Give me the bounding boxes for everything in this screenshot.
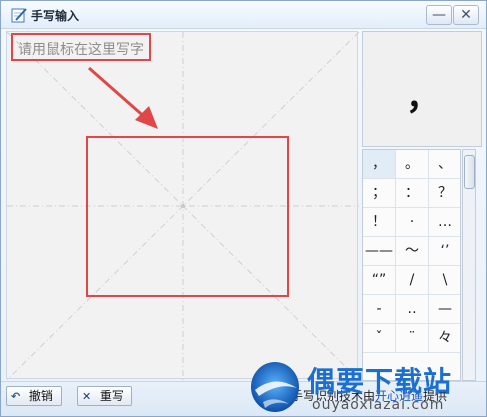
candidate-cell[interactable]: ·: [396, 208, 429, 237]
candidate-cell[interactable]: ～: [396, 237, 429, 266]
close-button[interactable]: ✕: [453, 5, 479, 25]
minimize-icon: —: [432, 7, 446, 23]
candidate-cell[interactable]: ¨: [396, 324, 429, 353]
candidate-cell[interactable]: 々: [429, 324, 460, 353]
candidate-cell[interactable]: 。: [396, 150, 429, 179]
recognition-preview: ，: [362, 31, 482, 147]
site-watermark: 偶要下载站 ouyaoxiazai.com: [245, 356, 483, 416]
candidate-cell[interactable]: ：: [396, 179, 429, 208]
candidate-cell[interactable]: ，: [363, 150, 396, 179]
site-logo-icon: [251, 362, 299, 412]
candidate-cell[interactable]: 、: [429, 150, 460, 179]
undo-label: 撤销: [28, 389, 53, 403]
undo-button[interactable]: ↶ 撤销: [6, 386, 62, 406]
watermark-title: 偶要下载站: [307, 365, 453, 398]
minimize-button[interactable]: —: [426, 5, 452, 25]
writing-canvas[interactable]: 请用鼠标在这里写字: [6, 31, 359, 380]
undo-icon: ↶: [11, 390, 21, 403]
clear-icon: ✕: [82, 390, 92, 403]
annotation-arrow: [88, 66, 158, 129]
candidate-cell[interactable]: “”: [363, 266, 396, 295]
candidate-cell[interactable]: ！: [363, 208, 396, 237]
candidate-cell[interactable]: -: [363, 295, 396, 324]
candidate-cell[interactable]: ；: [363, 179, 396, 208]
candidate-cell[interactable]: /: [396, 266, 429, 295]
candidate-scrollbar[interactable]: [462, 149, 476, 381]
rewrite-label: 重写: [99, 389, 124, 403]
watermark-url: ouyaoxiazai.com: [312, 397, 445, 413]
candidate-cell[interactable]: ‘’: [429, 237, 460, 266]
title-bar[interactable]: 手写输入 — ✕: [1, 1, 486, 29]
candidate-cell[interactable]: …: [429, 208, 460, 237]
canvas-hint: 请用鼠标在这里写字: [18, 42, 144, 58]
rewrite-button[interactable]: ✕ 重写: [77, 386, 132, 406]
candidate-cell[interactable]: ˇ: [363, 324, 396, 353]
preview-char: ，: [406, 78, 440, 118]
candidate-cell[interactable]: \: [429, 266, 460, 295]
scroll-thumb[interactable]: [464, 155, 475, 189]
candidate-grid: ，。、 ；：？ ！ ·… —— ～ ‘’ “” / \ - ‥ — ˇ ¨ 々: [362, 149, 461, 381]
candidate-cell[interactable]: ——: [363, 237, 396, 266]
close-icon: ✕: [460, 7, 472, 23]
handwriting-window: 手写输入 — ✕ 请用鼠标在这里写字 ， ，。、 ； ： ？ ！ · … —— …: [0, 0, 487, 417]
candidate-cell[interactable]: ？: [429, 179, 460, 208]
window-title: 手写输入: [31, 9, 80, 23]
candidate-cell[interactable]: ‥: [396, 295, 429, 324]
candidate-cell[interactable]: —: [429, 295, 460, 324]
annotation-box: 请用鼠标在这里写字: [11, 33, 151, 61]
annotation-rect: [86, 136, 289, 297]
pen-notepad-icon: [11, 8, 27, 23]
